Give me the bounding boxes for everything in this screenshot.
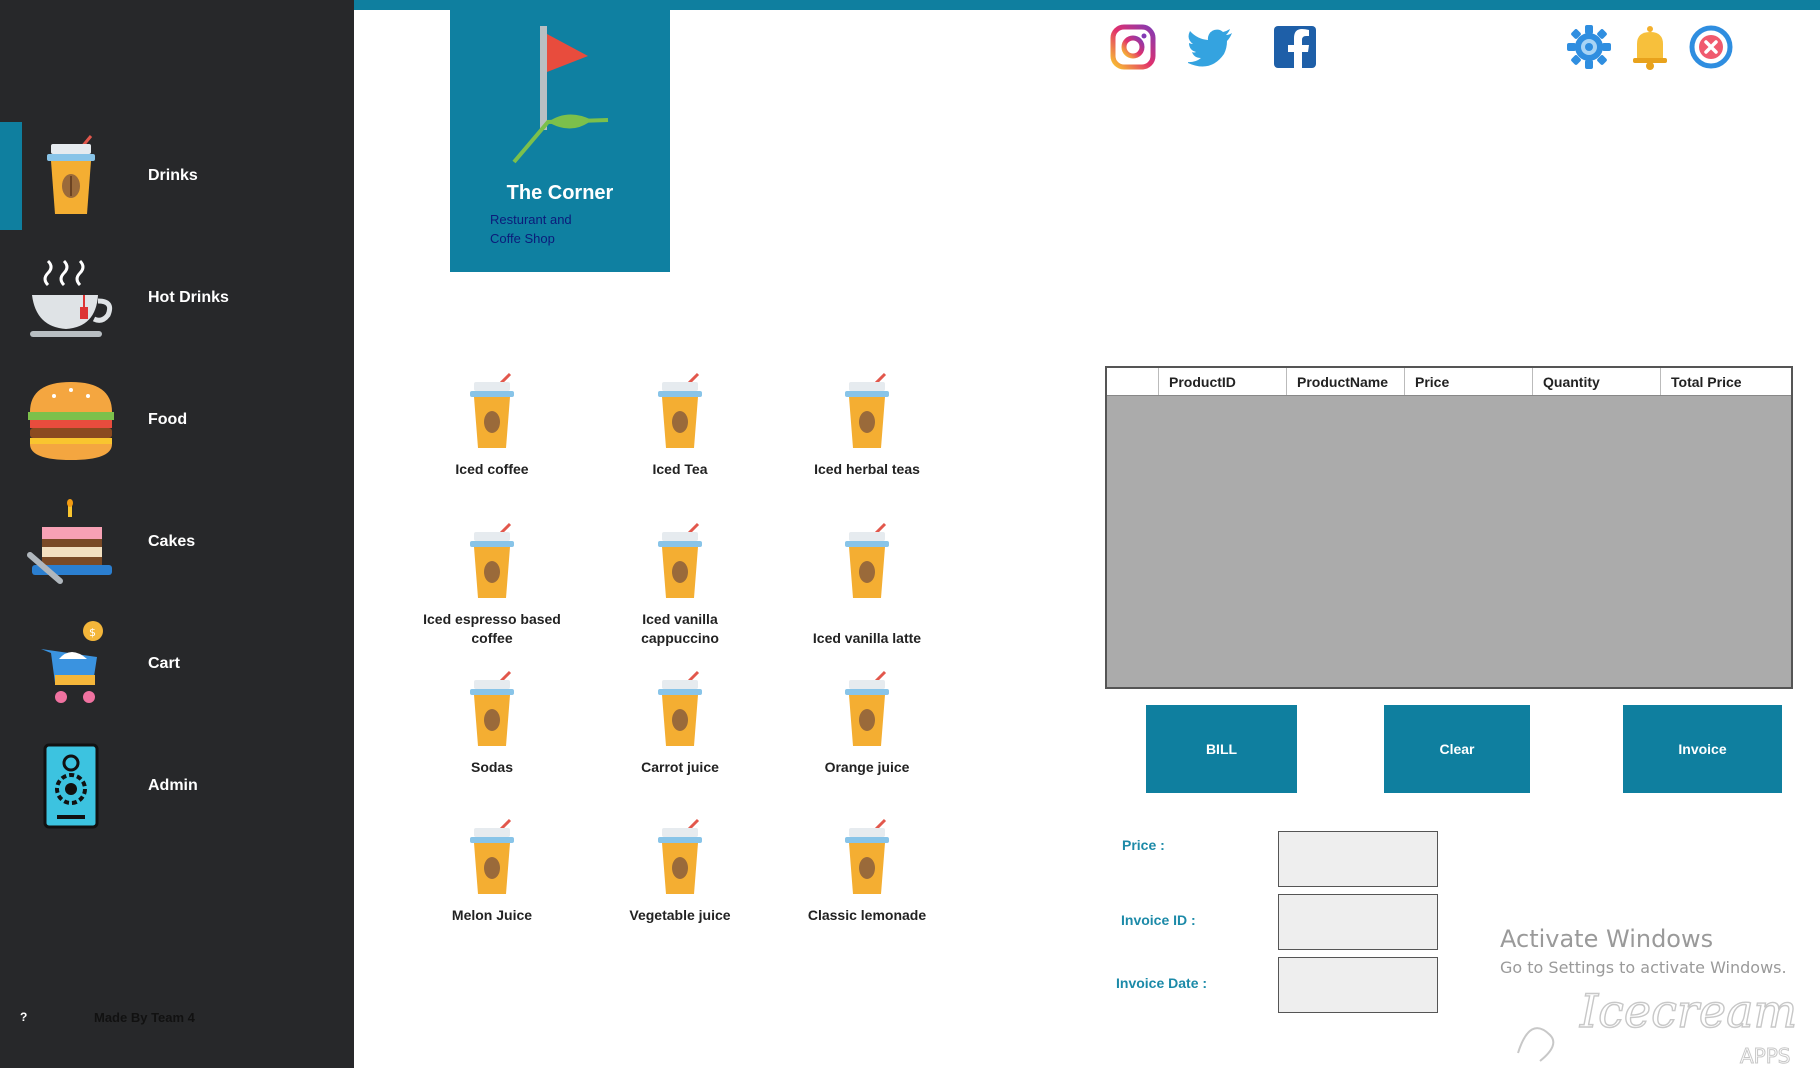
twitter-icon[interactable] — [1186, 24, 1234, 70]
price-label: Price : — [1122, 837, 1165, 853]
flag-icon — [512, 26, 609, 164]
product-name: Vegetable juice — [629, 907, 731, 923]
drink-cup-icon — [658, 818, 702, 894]
help-mark: ? — [20, 1010, 28, 1024]
product-name: Iced herbal teas — [814, 461, 920, 477]
recorder-watermark-logo: Icecream APPS — [1517, 983, 1798, 1068]
brand-subtitle-line: Resturant and — [490, 212, 572, 227]
product-name: Iced vanilla — [642, 611, 718, 627]
drink-cup-icon — [845, 522, 889, 598]
invoice-date-label: Invoice Date : — [1116, 975, 1208, 991]
sidebar-item-label: Admin — [148, 777, 198, 794]
product-card[interactable]: Classic lemonade — [772, 818, 962, 925]
clear-button[interactable]: Clear — [1384, 705, 1530, 793]
close-icon[interactable] — [1688, 24, 1734, 70]
product-card[interactable]: Iced vanilla latte — [772, 522, 962, 648]
product-card[interactable]: Iced espresso based coffee — [397, 522, 587, 648]
product-name: Orange juice — [824, 759, 910, 775]
drink-cup-icon — [845, 818, 889, 894]
drink-cup-icon — [26, 131, 116, 221]
product-name: Carrot juice — [641, 759, 719, 775]
recorder-watermark-text: Icecream — [1579, 984, 1797, 1038]
row-header-corner — [1107, 368, 1159, 395]
sidebar-item-label: Hot Drinks — [148, 289, 229, 306]
column-header[interactable]: Total Price — [1661, 368, 1791, 395]
notification-bell-icon[interactable] — [1627, 24, 1673, 70]
product-card[interactable]: Carrot juice — [585, 670, 775, 777]
drink-cup-icon — [470, 522, 514, 598]
sidebar-item-label: Cakes — [148, 533, 196, 550]
product-name: Iced espresso based — [423, 611, 561, 627]
recorder-watermark-subtext: APPS — [1740, 1044, 1791, 1068]
product-name-line2: cappuccino — [641, 630, 719, 646]
activate-windows-title: Activate Windows — [1500, 925, 1714, 953]
invoice-id-label: Invoice ID : — [1121, 912, 1196, 928]
facebook-icon[interactable] — [1272, 24, 1318, 70]
burger-icon — [26, 375, 116, 465]
admin-badge-icon — [26, 741, 116, 831]
product-card[interactable]: Vegetable juice — [585, 818, 775, 925]
invoice-date-field[interactable] — [1278, 957, 1438, 1013]
product-name: Iced vanilla latte — [812, 630, 922, 646]
sidebar-item-drinks[interactable]: Drinks — [0, 122, 354, 230]
cart-icon: $ — [26, 619, 116, 709]
svg-text:$: $ — [89, 626, 96, 639]
sidebar-item-label: Cart — [148, 655, 181, 672]
brand-title: The Corner — [506, 182, 614, 204]
product-name: Sodas — [470, 759, 513, 775]
order-table[interactable]: ProductID ProductName Price Quantity Tot… — [1105, 366, 1793, 689]
column-header[interactable]: ProductID — [1159, 368, 1287, 395]
brand-subtitle-line: Coffe Shop — [490, 231, 555, 246]
sidebar-item-hot-drinks[interactable]: Hot Drinks — [0, 244, 354, 352]
product-card[interactable]: Sodas — [397, 670, 587, 777]
sidebar-item-cart[interactable]: $ Cart — [0, 610, 354, 718]
drink-cup-icon — [658, 522, 702, 598]
hot-tea-cup-icon — [26, 253, 116, 343]
product-card[interactable]: Iced herbal teas — [772, 372, 962, 479]
product-card[interactable]: Iced Tea — [585, 372, 775, 479]
sidebar-item-cakes[interactable]: Cakes — [0, 488, 354, 596]
product-name-line2: coffee — [471, 630, 513, 646]
drink-cup-icon — [658, 670, 702, 746]
instagram-icon[interactable] — [1110, 24, 1156, 70]
settings-gear-icon[interactable] — [1566, 24, 1612, 70]
brand-logo-panel: The Corner Resturant and Coffe Shop — [450, 10, 670, 272]
drink-cup-icon — [845, 670, 889, 746]
sidebar-item-label: Drinks — [148, 167, 198, 184]
drink-cup-icon — [470, 670, 514, 746]
drink-cup-icon — [470, 372, 514, 448]
invoice-button[interactable]: Invoice — [1623, 705, 1782, 793]
column-header[interactable]: ProductName — [1287, 368, 1405, 395]
credit-text: Made By Team 4 — [94, 1010, 195, 1025]
sidebar: Drinks Hot Drinks Food Cakes $ Cart Admi… — [0, 0, 354, 1068]
column-header[interactable]: Price — [1405, 368, 1533, 395]
brand-subtitle: Resturant and Coffe Shop — [490, 210, 650, 248]
product-card[interactable]: Iced vanilla cappuccino — [585, 522, 775, 648]
sidebar-item-label: Food — [148, 411, 188, 428]
sidebar-item-food[interactable]: Food — [0, 366, 354, 474]
table-header: ProductID ProductName Price Quantity Tot… — [1107, 368, 1791, 396]
drink-cup-icon — [845, 372, 889, 448]
top-accent-strip — [354, 0, 1820, 10]
product-name: Iced coffee — [455, 461, 529, 477]
product-name: Classic lemonade — [807, 907, 927, 923]
column-header[interactable]: Quantity — [1533, 368, 1661, 395]
drink-cup-icon — [470, 818, 514, 894]
drink-cup-icon — [658, 372, 702, 448]
bill-button[interactable]: BILL — [1146, 705, 1297, 793]
product-card[interactable]: Orange juice — [772, 670, 962, 777]
product-name: Melon Juice — [451, 907, 533, 923]
invoice-id-field[interactable] — [1278, 894, 1438, 950]
cake-icon — [26, 497, 116, 587]
product-card[interactable]: Iced coffee — [397, 372, 587, 479]
price-field[interactable] — [1278, 831, 1438, 887]
sidebar-item-admin[interactable]: Admin — [0, 732, 354, 840]
product-name: Iced Tea — [652, 461, 708, 477]
product-card[interactable]: Melon Juice — [397, 818, 587, 925]
